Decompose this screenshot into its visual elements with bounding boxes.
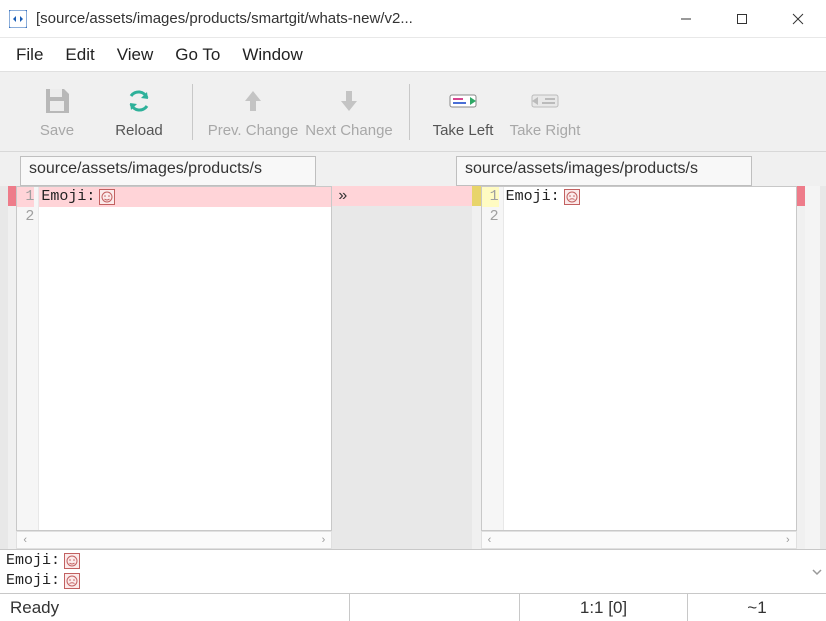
- save-icon: [40, 84, 74, 118]
- connector-glyph: »: [338, 187, 347, 205]
- menu-window[interactable]: Window: [232, 41, 312, 69]
- take-left-icon: [446, 84, 480, 118]
- titlebar-controls: [658, 0, 826, 38]
- minimize-button[interactable]: [658, 0, 714, 38]
- right-change-marker-left: [472, 186, 480, 549]
- save-label: Save: [40, 122, 74, 139]
- toolbar-separator: [409, 84, 410, 140]
- merged-line: Emoji:: [6, 571, 802, 591]
- emoji-glyph: [64, 553, 80, 569]
- scroll-right-icon: ›: [322, 534, 326, 546]
- code-line: Emoji:: [504, 187, 796, 207]
- arrow-up-icon: [236, 84, 270, 118]
- code-line: [39, 207, 331, 227]
- scroll-left-icon: ‹: [488, 534, 492, 546]
- left-hscroll[interactable]: ‹ ›: [16, 531, 332, 549]
- right-pane: 1 2 Emoji: ‹ ›: [481, 186, 797, 549]
- right-hscroll[interactable]: ‹ ›: [481, 531, 797, 549]
- reload-button[interactable]: Reload: [100, 77, 178, 147]
- window-title: [source/assets/images/products/smartgit/…: [36, 10, 658, 27]
- status-diffcount: ~1: [688, 594, 826, 621]
- merged-view: Emoji: Emoji:: [0, 549, 826, 593]
- take-right-label: Take Right: [510, 122, 581, 139]
- titlebar: [source/assets/images/products/smartgit/…: [0, 0, 826, 38]
- status-message: Ready: [0, 594, 350, 621]
- take-right-icon: [528, 84, 562, 118]
- line-number: 2: [482, 207, 499, 227]
- emoji-glyph: [99, 189, 115, 205]
- prev-change-button: Prev. Change: [207, 77, 299, 147]
- menubar: File Edit View Go To Window: [0, 38, 826, 72]
- toolbar: Save Reload Prev. Change Next Change: [0, 72, 826, 152]
- emoji-glyph: [564, 189, 580, 205]
- menu-goto[interactable]: Go To: [165, 41, 230, 69]
- prev-label: Prev. Change: [208, 122, 299, 139]
- take-left-label: Take Left: [433, 122, 494, 139]
- scroll-right-icon: ›: [786, 534, 790, 546]
- change-connector[interactable]: »: [332, 186, 472, 206]
- reload-icon: [122, 84, 156, 118]
- left-content[interactable]: Emoji:: [39, 187, 331, 530]
- right-gutter: 1 2: [482, 187, 504, 530]
- take-left-button[interactable]: Take Left: [424, 77, 502, 147]
- line-number: 1: [17, 187, 34, 207]
- right-change-marker: [797, 186, 805, 549]
- menu-view[interactable]: View: [107, 41, 164, 69]
- code-line: [504, 207, 796, 227]
- statusbar: Ready 1:1 [0] ~1: [0, 593, 826, 621]
- next-label: Next Change: [305, 122, 393, 139]
- next-change-button: Next Change: [303, 77, 395, 147]
- merged-scroll-down[interactable]: [808, 550, 826, 593]
- center-connector: »: [332, 186, 472, 549]
- left-path-box[interactable]: source/assets/images/products/s: [20, 156, 316, 186]
- code-line: Emoji:: [39, 187, 331, 207]
- scroll-left-icon: ‹: [23, 534, 27, 546]
- status-mid: [350, 594, 520, 621]
- line-number: 1: [482, 187, 499, 207]
- toolbar-separator: [192, 84, 193, 140]
- right-content[interactable]: Emoji:: [504, 187, 796, 530]
- take-right-button: Take Right: [506, 77, 584, 147]
- right-path-box[interactable]: source/assets/images/products/s: [456, 156, 752, 186]
- left-gutter: 1 2: [17, 187, 39, 530]
- reload-label: Reload: [115, 122, 163, 139]
- left-change-marker: [8, 186, 16, 549]
- path-row: source/assets/images/products/s source/a…: [0, 152, 826, 186]
- save-button: Save: [18, 77, 96, 147]
- emoji-glyph: [64, 573, 80, 589]
- menu-edit[interactable]: Edit: [55, 41, 104, 69]
- arrow-down-icon: [332, 84, 366, 118]
- app-icon: [8, 9, 28, 29]
- vertical-scrollbar[interactable]: [805, 186, 820, 549]
- maximize-button[interactable]: [714, 0, 770, 38]
- diff-area: 1 2 Emoji: ‹ › »: [0, 186, 826, 549]
- left-pane: 1 2 Emoji: ‹ ›: [16, 186, 332, 549]
- line-number: 2: [17, 207, 34, 227]
- merged-content[interactable]: Emoji: Emoji:: [0, 550, 808, 593]
- status-position: 1:1 [0]: [520, 594, 688, 621]
- merged-line: Emoji:: [6, 551, 802, 571]
- menu-file[interactable]: File: [6, 41, 53, 69]
- close-button[interactable]: [770, 0, 826, 38]
